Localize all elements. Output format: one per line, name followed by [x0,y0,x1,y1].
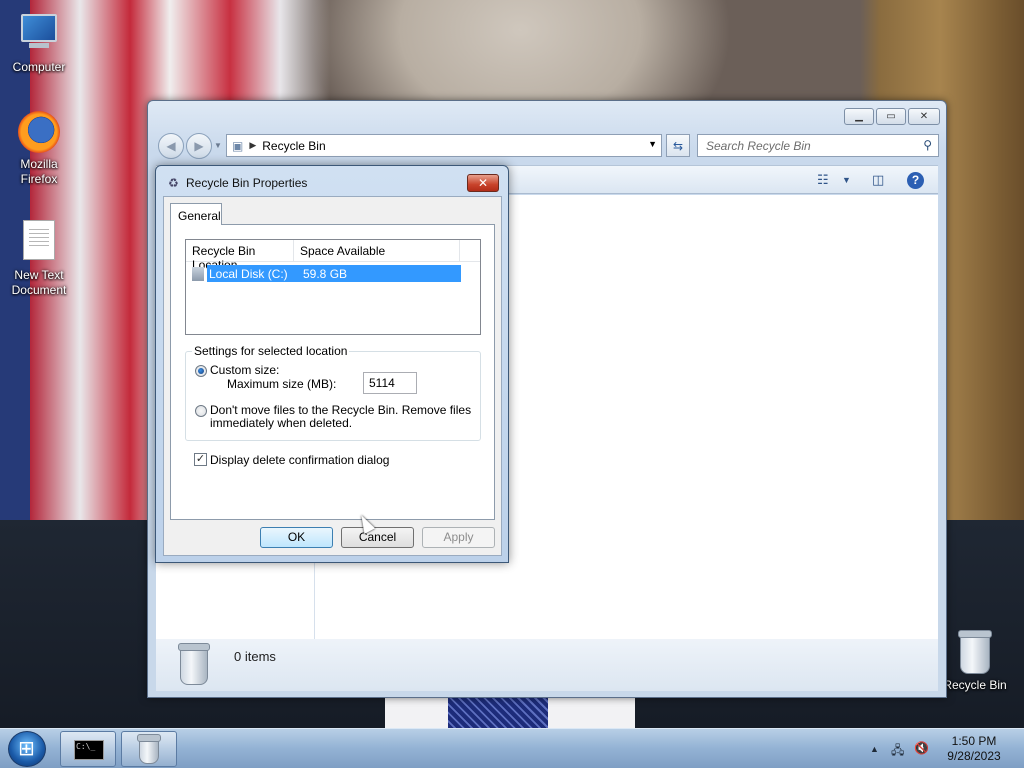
view-dropdown-icon[interactable]: ▼ [842,175,851,185]
refresh-icon: ⇆ [672,138,684,153]
list-item[interactable]: Local Disk (C:) 59.8 GB [192,265,461,282]
recycle-bin-small-icon: ▣ [232,138,244,153]
dont-move-radio[interactable] [195,405,207,417]
help-icon[interactable]: ? [907,172,924,189]
command-prompt-icon: C:\_ [74,740,104,760]
confirm-dialog-checkbox[interactable]: ✓ [194,453,207,466]
max-size-input[interactable]: 5114 [363,372,417,394]
recycle-bin-icon [953,630,997,676]
network-icon[interactable]: 🖧 [891,741,904,762]
desktop-icon-label: Mozilla Firefox [20,157,58,186]
dont-move-label-line1[interactable]: Don't move files to the Recycle Bin. Rem… [210,403,471,417]
refresh-button[interactable]: ⇆ [666,134,690,157]
start-button[interactable] [8,731,46,767]
firefox-icon [17,111,61,155]
custom-size-label[interactable]: Custom size: [210,363,279,377]
column-header-space[interactable]: Space Available [294,240,460,261]
apply-button[interactable]: Apply [422,527,495,548]
volume-muted-icon[interactable]: 🔇 [914,741,929,755]
settings-group-label: Settings for selected location [192,344,350,358]
taskbar-recycle-bin[interactable] [121,731,177,767]
address-bar[interactable]: ▣ ▶ Recycle Bin ▼ [226,134,662,157]
close-button[interactable]: ✕ [908,108,940,125]
desktop-icon-recycle-bin[interactable]: Recycle Bin [937,630,1013,693]
desktop-icon-label: Recycle Bin [943,678,1007,692]
recent-pages-icon[interactable]: ▼ [214,141,222,150]
space-cell: 59.8 GB [303,266,348,281]
location-cell: Local Disk (C:) [209,266,288,281]
list-header: Recycle Bin Location Space Available [186,240,480,272]
window-controls: ▁ ▭ ✕ [844,108,940,125]
maximize-icon: ▭ [886,111,896,122]
drive-icon [192,266,204,281]
column-header-location[interactable]: Recycle Bin Location [186,240,294,272]
search-placeholder: Search Recycle Bin [706,139,811,153]
ok-button[interactable]: OK [260,527,333,548]
max-size-label: Maximum size (MB): [227,377,337,391]
navigation-bar: ◀ ▶ ▼ ▣ ▶ Recycle Bin ▼ ⇆ Search Recycle… [156,133,939,159]
text-document-icon [17,220,61,264]
desktop-icon-label: Computer [12,60,66,74]
settings-group: Settings for selected location Custom si… [185,344,481,441]
custom-size-radio[interactable] [195,365,207,377]
desktop-icon-text-document[interactable]: New Text Document [1,218,77,298]
dialog-body: General Recycle Bin Location Space Avail… [163,196,502,556]
recycle-bin-title-icon: ♻ [168,176,179,190]
clock-time: 1:50 PM [951,734,997,748]
minimize-button[interactable]: ▁ [844,108,874,125]
forward-arrow-icon: ▶ [194,139,204,153]
tab-general[interactable]: General [170,203,222,225]
maximize-button[interactable]: ▭ [876,108,906,125]
list-item-selected[interactable]: Local Disk (C:) 59.8 GB [207,265,461,282]
minimize-icon: ▁ [855,111,863,122]
computer-icon [17,14,61,58]
desktop-icon-firefox[interactable]: Mozilla Firefox [1,111,77,187]
show-hidden-icons-icon[interactable]: ▲ [870,744,879,754]
breadcrumb-recycle-bin[interactable]: Recycle Bin [262,139,325,153]
preview-pane-icon[interactable]: ◫ [872,172,884,188]
properties-dialog: ♻ Recycle Bin Properties ✕ General Recyc… [155,165,509,563]
close-icon: ✕ [477,176,489,190]
cancel-button[interactable]: Cancel [341,527,414,548]
details-pane: 0 items [156,639,938,691]
taskbar-command-prompt[interactable]: C:\_ [60,731,116,767]
confirm-dialog-label[interactable]: Display delete confirmation dialog [210,453,389,467]
back-button[interactable]: ◀ [158,133,184,159]
address-dropdown-icon[interactable]: ▼ [648,139,657,149]
forward-button[interactable]: ▶ [186,133,212,159]
back-arrow-icon: ◀ [166,139,176,153]
view-options-icon[interactable]: ☷ [817,172,829,188]
recycle-bin-taskbar-icon [137,734,161,764]
system-clock[interactable]: 1:50 PM 9/28/2023 [934,734,1014,764]
recycle-bin-large-icon [178,643,210,685]
clock-date: 9/28/2023 [947,749,1001,763]
search-icon[interactable]: ⚲ [923,138,932,152]
desktop-icon-label: New Text Document [11,268,67,297]
desktop-icon-computer[interactable]: Computer [1,8,77,75]
dont-move-label-line2[interactable]: immediately when deleted. [210,416,352,430]
close-icon: ✕ [919,111,929,122]
item-count: 0 items [234,649,276,664]
general-tab-panel: Recycle Bin Location Space Available Loc… [170,224,495,520]
dialog-title: Recycle Bin Properties [186,176,308,190]
breadcrumb-arrow-icon[interactable]: ▶ [249,140,256,151]
search-input[interactable]: Search Recycle Bin ⚲ [697,134,939,157]
taskbar: C:\_ ▲ 🖧 🔇 1:50 PM 9/28/2023 [0,728,1024,768]
location-list[interactable]: Recycle Bin Location Space Available Loc… [185,239,481,335]
dialog-close-button[interactable]: ✕ [467,174,499,192]
